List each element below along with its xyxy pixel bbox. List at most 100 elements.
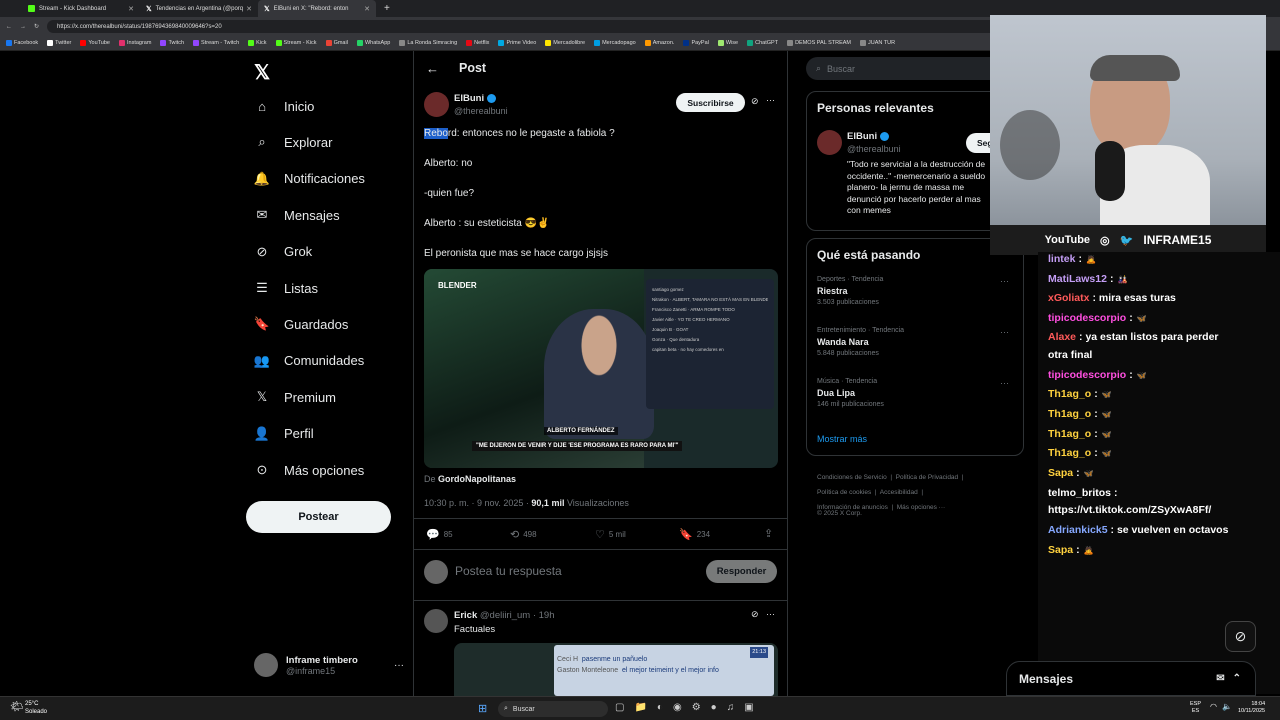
- footer-link[interactable]: Política de Privacidad: [896, 474, 959, 481]
- reply-button[interactable]: Responder: [706, 560, 777, 583]
- chat-username[interactable]: Th1ag_o: [1048, 428, 1091, 440]
- bookmark-item[interactable]: Amazon.: [644, 40, 674, 46]
- compose-icon[interactable]: ✉: [1216, 673, 1224, 684]
- reply-author[interactable]: Erick: [454, 610, 477, 621]
- more-icon[interactable]: ···: [394, 660, 404, 671]
- chat-username[interactable]: Alaxe: [1048, 331, 1076, 343]
- taskbar-search[interactable]: ⌕ Buscar: [498, 701, 608, 717]
- wifi-icon[interactable]: ◠: [1210, 702, 1217, 711]
- task-view-icon[interactable]: ▢: [615, 702, 624, 713]
- obs-icon[interactable]: ●: [711, 702, 717, 713]
- footer-link[interactable]: Política de cookies: [817, 489, 871, 496]
- bookmark-item[interactable]: Twitter: [47, 40, 71, 46]
- chat-username[interactable]: Adriankick5: [1048, 524, 1108, 536]
- language-indicator[interactable]: ESP ES: [1190, 701, 1201, 715]
- bookmark-item[interactable]: YouTube: [80, 40, 110, 46]
- tab-kick-dashboard[interactable]: Stream - Kick Dashboard ✕: [22, 0, 140, 17]
- nav-item-profile[interactable]: 👤 Perfil: [254, 422, 314, 446]
- chevron-up-icon[interactable]: ⌃: [1233, 673, 1241, 684]
- discord-icon[interactable]: ◉: [673, 702, 682, 713]
- post-video[interactable]: BLENDER santiago gomez Nitrakon · ALBERT,…: [424, 269, 778, 468]
- bookmark-item[interactable]: Kick: [248, 40, 267, 46]
- bookmark-item[interactable]: Twitch: [160, 40, 184, 46]
- bookmark-action[interactable]: 🔖 234: [679, 528, 710, 541]
- close-icon[interactable]: ✕: [128, 5, 134, 13]
- relevant-avatar[interactable]: [817, 130, 842, 155]
- edge-icon[interactable]: ◐: [657, 702, 663, 713]
- grok-icon[interactable]: ⊘: [751, 609, 759, 620]
- nav-item-home[interactable]: ⌂ Inicio: [254, 94, 314, 118]
- chat-username[interactable]: Th1ag_o: [1048, 408, 1091, 420]
- trend-item[interactable]: Música · Tendencia Dua Lipa 146 mil public…: [817, 378, 1017, 408]
- messages-drawer[interactable]: Mensajes ✉ ⌃: [1006, 661, 1256, 696]
- url-field[interactable]: https://x.com/therealbuni/status/1987694…: [47, 20, 1008, 33]
- bookmark-item[interactable]: Stream - Twitch: [193, 40, 239, 46]
- bookmark-item[interactable]: Wise: [717, 40, 738, 46]
- chat-username[interactable]: Sapa: [1048, 544, 1073, 556]
- tab-elbuni[interactable]: 𝕏 ElBuni en X: "Rebord: enton ✕: [258, 0, 376, 17]
- grok-icon[interactable]: ⊘: [751, 96, 759, 107]
- source-link[interactable]: GordoNapolitanas: [438, 474, 516, 484]
- search-box[interactable]: ⌕ Buscar: [806, 57, 1006, 80]
- chat-username[interactable]: tipicodescorpio: [1048, 312, 1126, 324]
- bookmark-item[interactable]: La Ronda Simracing: [399, 40, 457, 46]
- chat-username[interactable]: telmo_britos: [1048, 487, 1111, 499]
- bookmark-item[interactable]: Gmail: [325, 40, 348, 46]
- more-icon[interactable]: ···: [1000, 378, 1009, 388]
- nav-item-more-options[interactable]: ⊙ Más opciones: [254, 458, 365, 482]
- back-icon[interactable]: ←: [6, 24, 12, 30]
- repost-action[interactable]: ⟲ 498: [510, 528, 537, 541]
- bookmark-item[interactable]: Mercadopago: [594, 40, 636, 46]
- nav-item-explore[interactable]: ⌕ Explorar: [254, 130, 332, 154]
- nav-item-grok[interactable]: ⊘ Grok: [254, 240, 313, 264]
- like-action[interactable]: ♡ 5 mil: [595, 528, 626, 541]
- weather-widget[interactable]: 25°C Soleado: [25, 700, 47, 716]
- nav-item-bell[interactable]: 🔔 Notificaciones: [254, 167, 365, 191]
- account-switcher[interactable]: Inframe timbero @inframe15 ···: [254, 653, 404, 677]
- bookmark-item[interactable]: Mercadolibre: [545, 40, 585, 46]
- bookmark-item[interactable]: Facebook: [6, 40, 38, 46]
- grok-chat-icon[interactable]: ⊘: [1225, 621, 1256, 652]
- author-avatar[interactable]: [424, 92, 449, 117]
- chat-username[interactable]: xGoliatx: [1048, 292, 1089, 304]
- more-icon[interactable]: ···: [1000, 327, 1009, 337]
- show-more-link[interactable]: Mostrar más: [817, 434, 867, 444]
- footer-link[interactable]: Accesibilidad: [880, 489, 918, 496]
- chat-username[interactable]: Th1ag_o: [1048, 388, 1091, 400]
- spotify-icon[interactable]: ♫: [727, 702, 735, 713]
- more-icon[interactable]: ···: [766, 95, 775, 105]
- nav-item-lists[interactable]: ☰ Listas: [254, 276, 318, 300]
- subscribe-button[interactable]: Suscribirse: [676, 93, 745, 112]
- nav-item-communities[interactable]: 👥 Comunidades: [254, 349, 364, 373]
- bookmark-item[interactable]: Instagram: [118, 40, 151, 46]
- nav-item-bookmark[interactable]: 🔖 Guardados: [254, 312, 348, 336]
- footer-link[interactable]: Más opciones ···: [897, 504, 945, 511]
- close-icon[interactable]: ✕: [364, 5, 370, 13]
- steam-icon[interactable]: ⚙: [692, 702, 701, 713]
- back-arrow-icon[interactable]: ←: [426, 61, 439, 76]
- file-explorer-icon[interactable]: 📁: [634, 702, 646, 713]
- chat-username[interactable]: Sapa: [1048, 467, 1073, 479]
- more-icon[interactable]: ···: [1000, 276, 1009, 286]
- bookmark-item[interactable]: Prime Video: [498, 40, 536, 46]
- forward-icon[interactable]: →: [20, 24, 26, 30]
- volume-icon[interactable]: 🔈: [1222, 702, 1232, 711]
- chat-username[interactable]: MatiLaws12: [1048, 273, 1107, 285]
- bookmark-item[interactable]: JUAN TUR: [860, 40, 895, 46]
- reply-media[interactable]: 21:13 Ceci H pasenme un pañuelo Gaston M…: [454, 643, 778, 696]
- tab-tendencias[interactable]: 𝕏 Tendencias en Argentina (@porq ✕: [140, 0, 258, 17]
- close-icon[interactable]: ✕: [246, 5, 252, 13]
- author-name[interactable]: ElBuni: [454, 93, 496, 104]
- chat-username[interactable]: tipicodescorpio: [1048, 369, 1126, 381]
- x-logo-icon[interactable]: 𝕏: [254, 60, 270, 85]
- share-icon[interactable]: ⇪: [764, 527, 773, 540]
- chat-username[interactable]: Th1ag_o: [1048, 447, 1091, 459]
- trend-item[interactable]: Entretenimiento · Tendencia Wanda Nara 5.8…: [817, 327, 1017, 357]
- bookmark-item[interactable]: ChatGPT: [747, 40, 778, 46]
- reload-icon[interactable]: ↻: [34, 23, 39, 30]
- reply-action[interactable]: 💬 85: [426, 528, 453, 541]
- bookmark-item[interactable]: Netflix: [466, 40, 489, 46]
- relevant-name[interactable]: ElBuni: [847, 131, 889, 142]
- bookmark-item[interactable]: Stream - Kick: [275, 40, 317, 46]
- app-icon[interactable]: ▣: [744, 702, 753, 713]
